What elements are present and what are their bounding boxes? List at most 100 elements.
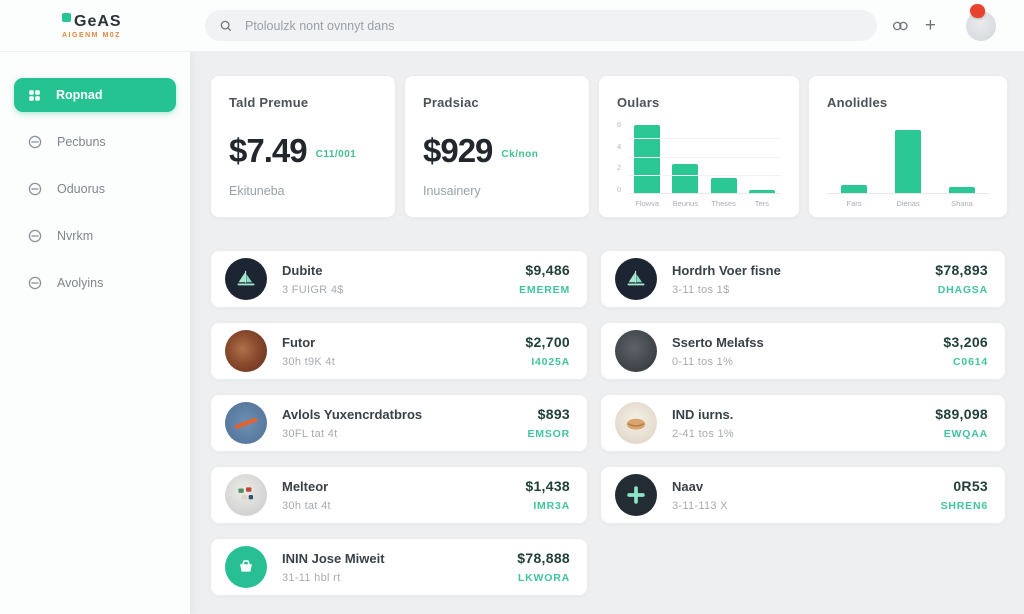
- product-column-right: Hordrh Voer fisne 3-11 tos 1$ $78,893 DH…: [600, 250, 1006, 596]
- bar: [711, 178, 737, 193]
- circle-icon: [27, 181, 43, 197]
- chart-card-analytics: Anolidles Fars Dienas Shana: [808, 75, 1008, 218]
- product-row[interactable]: ININ Jose Miweit 31-11 hbl rt $78,888 LK…: [210, 538, 588, 596]
- product-price-subtext: I4025A: [525, 356, 570, 368]
- product-price-subtext: EMEREM: [519, 284, 570, 296]
- product-price: $1,438: [525, 478, 570, 494]
- x-tick-label: Ters: [743, 199, 781, 208]
- grid-icon: [27, 88, 42, 103]
- product-name: Avlols Yuxencrdatbros: [282, 407, 422, 422]
- sidebar-nav: Ropnad Pecbuns Oduorus Nvrkm Avolyins: [0, 52, 190, 313]
- product-subtext: 3 FUIGR 4$: [282, 284, 344, 296]
- search-icon: [219, 19, 233, 33]
- stat-badge: C11/001: [316, 149, 357, 160]
- product-price: $2,700: [525, 334, 570, 350]
- bar: [672, 164, 698, 193]
- search-bar[interactable]: [205, 10, 877, 41]
- product-row[interactable]: Dubite 3 FUIGR 4$ $9,486 EMEREM: [210, 250, 588, 308]
- product-subtext: 31-11 hbl rt: [282, 572, 385, 584]
- topbar: GeAS AIGENM M0Z +: [0, 0, 1024, 52]
- sidebar: Ropnad Pecbuns Oduorus Nvrkm Avolyins: [0, 52, 190, 614]
- link-icon[interactable]: [892, 19, 909, 33]
- product-name: Melteor: [282, 479, 331, 494]
- product-row[interactable]: Hordrh Voer fisne 3-11 tos 1$ $78,893 DH…: [600, 250, 1006, 308]
- bar: [749, 190, 775, 193]
- y-tick-label: 6: [617, 120, 628, 129]
- product-price: $78,888: [517, 550, 570, 566]
- circle-icon: [27, 275, 43, 291]
- notification-badge: [970, 4, 985, 18]
- bar: [895, 130, 921, 193]
- cart-icon: [225, 546, 267, 588]
- circle-icon: [27, 134, 43, 150]
- analytics-bar-chart: Fars Dienas Shana: [827, 120, 989, 208]
- stat-value: $7.49: [229, 132, 307, 170]
- product-price: $89,098: [935, 406, 988, 422]
- x-tick-label: Shana: [942, 199, 982, 208]
- search-input[interactable]: [245, 19, 863, 33]
- sidebar-item-label: Oduorus: [57, 182, 105, 196]
- product-price: 0R53: [941, 478, 988, 494]
- product-row[interactable]: Futor 30h t9K 4t $2,700 I4025A: [210, 322, 588, 380]
- sidebar-item-3[interactable]: Nvrkm: [14, 219, 176, 253]
- pencil-icon: [225, 402, 267, 444]
- product-price-subtext: C0614: [943, 356, 988, 368]
- sidebar-item-1[interactable]: Pecbuns: [14, 125, 176, 159]
- product-subtext: 3-11 tos 1$: [672, 284, 781, 296]
- stat-subtext: Inusainery: [423, 184, 571, 198]
- gridline: [628, 157, 781, 158]
- product-price-subtext: IMR3A: [525, 500, 570, 512]
- photo-icon: [225, 330, 267, 372]
- product-name: Hordrh Voer fisne: [672, 263, 781, 278]
- bar: [634, 125, 660, 193]
- product-name: Sserto Melafss: [672, 335, 764, 350]
- product-row[interactable]: Sserto Melafss 0-11 tos 1% $3,206 C0614: [600, 322, 1006, 380]
- product-name: Dubite: [282, 263, 344, 278]
- product-name: IND iurns.: [672, 407, 734, 422]
- photo-icon: [615, 330, 657, 372]
- product-price-subtext: DHAGSA: [935, 284, 988, 296]
- plus-icon[interactable]: +: [925, 16, 936, 35]
- x-tick-label: Fars: [834, 199, 874, 208]
- product-price-subtext: EWQAA: [935, 428, 988, 440]
- product-row[interactable]: Naav 3-11-113 X 0R53 SHREN6: [600, 466, 1006, 524]
- product-column-left: Dubite 3 FUIGR 4$ $9,486 EMEREM Futor 30…: [210, 250, 588, 596]
- logo-subtext: AIGENM M0Z: [62, 32, 172, 39]
- product-row[interactable]: Avlols Yuxencrdatbros 30FL tat 4t $893 E…: [210, 394, 588, 452]
- product-subtext: 30h tat 4t: [282, 500, 331, 512]
- plus-icon: [615, 474, 657, 516]
- sidebar-item-label: Ropnad: [56, 88, 103, 102]
- product-name: Futor: [282, 335, 335, 350]
- croissant-icon: [615, 402, 657, 444]
- stat-badge: Ck/non: [501, 149, 538, 160]
- chart-title: Oulars: [617, 95, 781, 110]
- logo[interactable]: GeAS AIGENM M0Z: [62, 13, 172, 39]
- chart-title: Anolidles: [827, 95, 989, 110]
- gridline: [628, 175, 781, 176]
- product-name: Naav: [672, 479, 728, 494]
- stat-subtext: Ekituneba: [229, 184, 377, 198]
- product-price: $3,206: [943, 334, 988, 350]
- bar: [841, 185, 867, 193]
- confetti-icon: [225, 474, 267, 516]
- stat-card-products: Pradsiac $929 Ck/non Inusainery: [404, 75, 590, 218]
- product-row[interactable]: IND iurns. 2-41 tos 1% $89,098 EWQAA: [600, 394, 1006, 452]
- product-price: $9,486: [519, 262, 570, 278]
- sidebar-item-2[interactable]: Oduorus: [14, 172, 176, 206]
- product-subtext: 30h t9K 4t: [282, 356, 335, 368]
- product-price-subtext: EMSOR: [527, 428, 570, 440]
- product-subtext: 2-41 tos 1%: [672, 428, 734, 440]
- product-row[interactable]: Melteor 30h tat 4t $1,438 IMR3A: [210, 466, 588, 524]
- stat-title: Tald Premue: [229, 95, 377, 110]
- x-tick-label: Theses: [705, 199, 743, 208]
- y-tick-label: 0: [617, 185, 628, 194]
- sidebar-item-0[interactable]: Ropnad: [14, 78, 176, 112]
- y-tick-label: 2: [617, 163, 628, 172]
- x-tick-label: Dienas: [888, 199, 928, 208]
- topbar-actions: +: [892, 0, 996, 52]
- logo-icon: [62, 13, 71, 22]
- sidebar-item-label: Avolyins: [57, 276, 103, 290]
- sidebar-item-4[interactable]: Avolyins: [14, 266, 176, 300]
- avatar[interactable]: [966, 11, 996, 41]
- product-price-subtext: SHREN6: [941, 500, 988, 512]
